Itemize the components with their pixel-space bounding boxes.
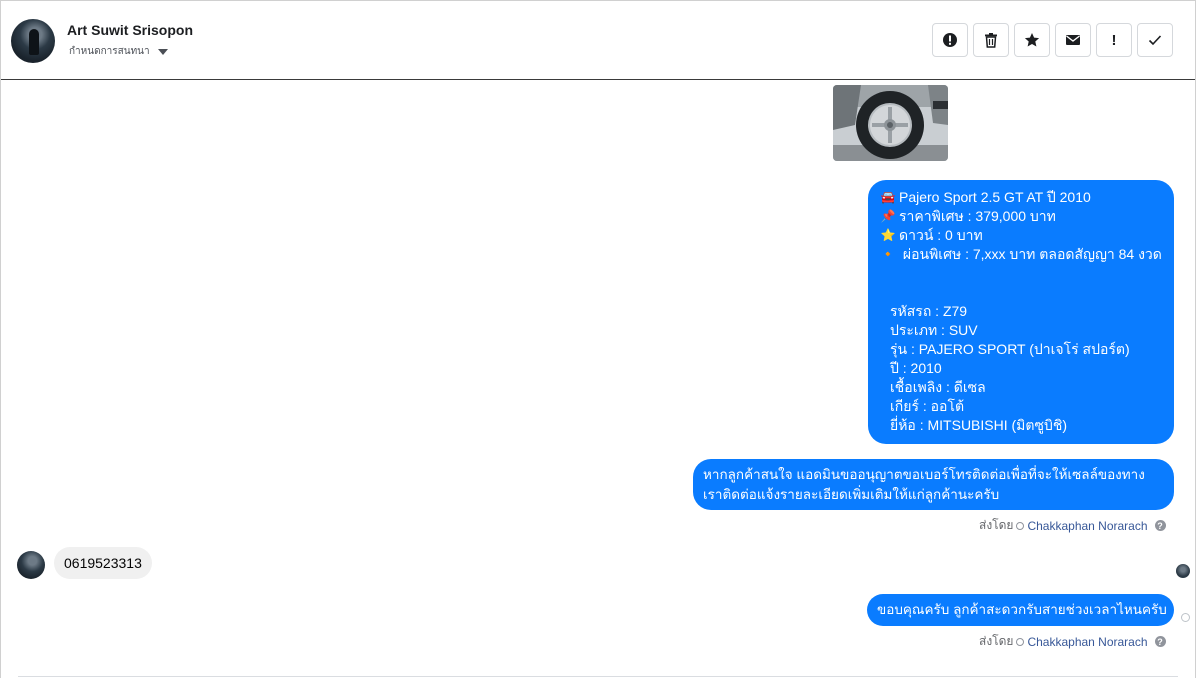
sent-by-label: ส่งโดย: [979, 518, 1014, 532]
contact-avatar[interactable]: [11, 19, 55, 63]
composer-divider: [18, 676, 1178, 677]
mark-done-button[interactable]: [1137, 23, 1173, 57]
car-wheel-image[interactable]: [833, 85, 948, 161]
sent-status-icon: [1181, 613, 1190, 622]
car-title-text: Pajero Sport 2.5 GT AT ปี 2010: [899, 189, 1091, 205]
seen-avatar: [1176, 564, 1190, 578]
car-installment-line: 🔸 ผ่อนพิเศษ : 7,xxx บาท ตลอดสัญญา 84 งวด: [880, 245, 1164, 264]
exclamation-icon: !: [1111, 31, 1117, 49]
label-dropdown[interactable]: กำหนดการสนทนา: [69, 44, 168, 59]
action-toolbar: !: [932, 23, 1173, 57]
conversation-header: Art Suwit Srisopon กำหนดการสนทนา !: [1, 1, 1195, 80]
diamond-emoji: 🔸: [880, 247, 896, 261]
wheel-photo: [833, 85, 948, 161]
car-price-line: 📌 ราคาพิเศษ : 379,000 บาท: [880, 207, 1164, 226]
help-icon[interactable]: ?: [1154, 520, 1166, 531]
car-title-line: 🚘 Pajero Sport 2.5 GT AT ปี 2010: [880, 188, 1164, 207]
car-installment-text: ผ่อนพิเศษ : 7,xxx บาท ตลอดสัญญา 84 งวด: [899, 246, 1162, 262]
check-circle-icon: [1016, 637, 1025, 646]
car-spec-code: รหัสรถ : Z79: [890, 303, 968, 319]
customer-avatar[interactable]: [17, 551, 45, 579]
check-circle-icon: [1016, 521, 1025, 530]
trash-icon: [985, 33, 997, 48]
car-spec-type: ประเภท : SUV: [890, 322, 978, 338]
car-spec-brand: ยี่ห้อ : MITSUBISHI (มิตซูบิชิ): [890, 417, 1068, 433]
sent-by-label-2: ส่งโดย: [979, 634, 1014, 648]
car-down-line: ⭐ ดาวน์ : 0 บาท: [880, 226, 1164, 245]
contact-name[interactable]: Art Suwit Srisopon: [67, 22, 193, 38]
car-details-message[interactable]: 🚘 Pajero Sport 2.5 GT AT ปี 2010 📌 ราคาพ…: [868, 180, 1174, 444]
chevron-down-icon: [157, 48, 168, 55]
car-price-text: ราคาพิเศษ : 379,000 บาท: [899, 208, 1056, 224]
check-icon: [1148, 35, 1162, 46]
car-spec-gear: เกียร์ : ออโต้: [890, 398, 965, 414]
delete-button[interactable]: [973, 23, 1009, 57]
star-emoji: ⭐: [880, 228, 896, 242]
help-icon[interactable]: ?: [1154, 636, 1166, 647]
contact-request-message[interactable]: หากลูกค้าสนใจ แอดมินขออนุญาตขอเบอร์โทรติ…: [693, 459, 1174, 510]
car-down-text: ดาวน์ : 0 บาท: [899, 227, 983, 243]
sent-by-row: ส่งโดย Chakkaphan Norarach ?: [979, 516, 1166, 535]
pin-emoji: 📌: [880, 209, 896, 223]
star-icon: [1024, 33, 1040, 47]
sender-name-link-2[interactable]: Chakkaphan Norarach: [1027, 635, 1147, 649]
sender-name-link[interactable]: Chakkaphan Norarach: [1027, 519, 1147, 533]
alert-circle-icon: [943, 33, 957, 47]
car-spec-model: รุ่น : PAJERO SPORT (ปาเจโร่ สปอร์ต): [890, 341, 1130, 357]
mark-unread-button[interactable]: [1055, 23, 1091, 57]
mark-spam-button[interactable]: [932, 23, 968, 57]
sent-by-row-2: ส่งโดย Chakkaphan Norarach ?: [979, 632, 1166, 651]
car-spec-year: ปี : 2010: [890, 360, 942, 376]
envelope-icon: [1066, 35, 1080, 45]
car-spec-fuel: เชื้อเพลิง : ดีเซล: [890, 379, 986, 395]
car-emoji: 🚘: [880, 190, 896, 204]
follow-up-button[interactable]: !: [1096, 23, 1132, 57]
thanks-message[interactable]: ขอบคุณครับ ลูกค้าสะดวกรับสายช่วงเวลาไหนค…: [867, 594, 1174, 626]
received-phone-message[interactable]: 0619523313: [54, 547, 152, 579]
label-dropdown-text: กำหนดการสนทนา: [69, 46, 150, 57]
star-button[interactable]: [1014, 23, 1050, 57]
